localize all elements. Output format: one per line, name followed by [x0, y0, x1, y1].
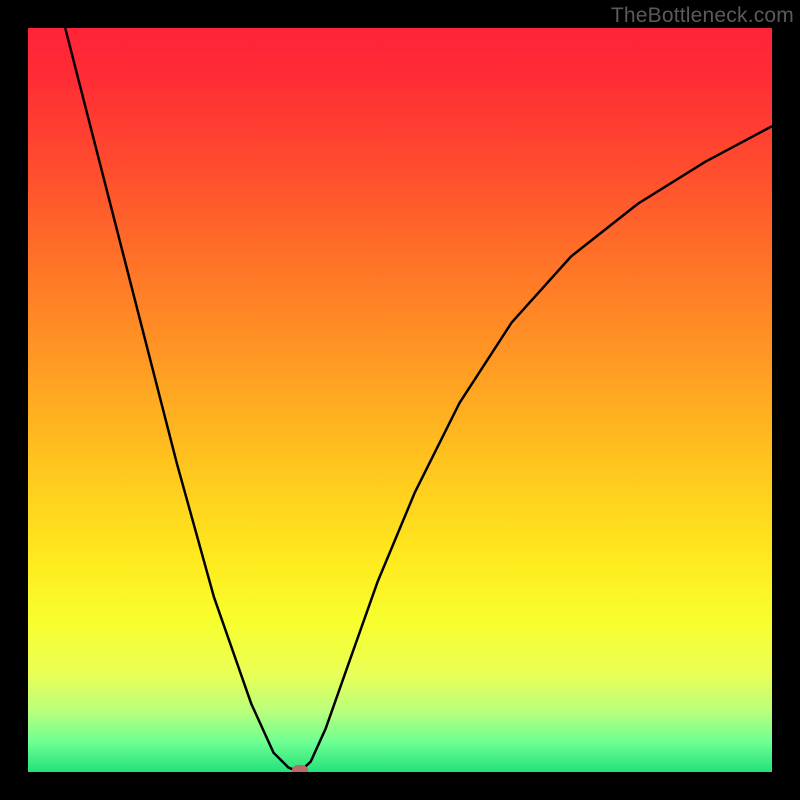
optimum-marker	[292, 765, 308, 772]
watermark-text: TheBottleneck.com	[611, 4, 794, 28]
chart-canvas: TheBottleneck.com	[0, 0, 800, 800]
curve-path	[65, 28, 772, 772]
bottleneck-curve	[28, 28, 772, 772]
plot-area	[28, 28, 772, 772]
